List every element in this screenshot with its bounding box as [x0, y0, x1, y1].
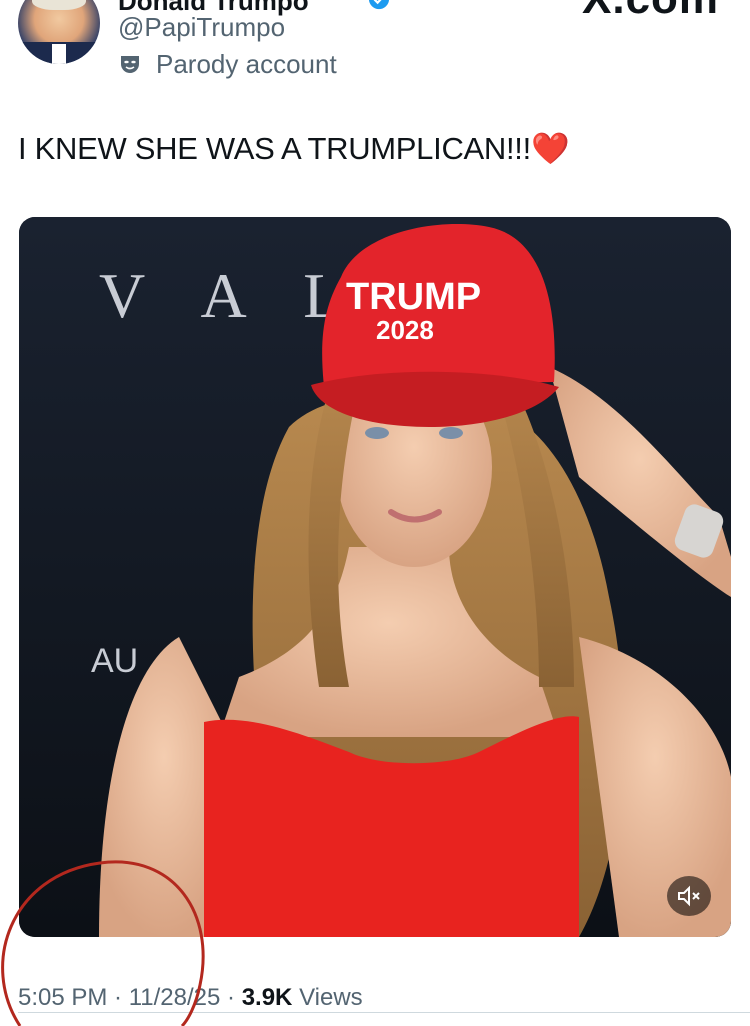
cap-text-line1: TRUMP: [346, 276, 481, 318]
backdrop-lettering-2: AU: [91, 642, 138, 680]
tweet-text: I KNEW SHE WAS A TRUMPLICAN!!!❤️: [18, 130, 570, 167]
right-eye: [439, 427, 463, 439]
tweet-header: Donald Trumpo @PapiTrumpo Parody account…: [0, 0, 750, 90]
views-count: 3.9K: [241, 984, 293, 1011]
cap-text-line2: 2028: [376, 315, 434, 345]
red-circle-annotation: [1, 860, 205, 1026]
media-photo: V A L R AU TRUMP 2028: [19, 217, 731, 937]
meta-separator: ·: [220, 984, 242, 1011]
parody-account-label: Parody account: [156, 48, 337, 79]
views-label: Views: [299, 984, 363, 1011]
parody-label-row: Parody account: [118, 48, 337, 80]
avatar-shirt: [52, 44, 66, 64]
heart-emoji: ❤️: [530, 131, 570, 166]
tweet-text-body: I KNEW SHE WAS A TRUMPLICAN!!!: [18, 131, 531, 166]
speaker-muted-icon: [678, 885, 700, 907]
tweet-media[interactable]: V A L R AU TRUMP 2028: [19, 217, 731, 937]
parody-mask-icon: [121, 56, 139, 73]
left-eye: [365, 427, 389, 439]
avatar-hair: [32, 0, 86, 10]
mute-toggle-button[interactable]: [667, 876, 711, 916]
watermark: X.com: [582, 0, 719, 24]
verified-badge-icon: [368, 0, 390, 10]
user-handle[interactable]: @PapiTrumpo: [118, 12, 285, 43]
avatar[interactable]: [18, 0, 100, 64]
